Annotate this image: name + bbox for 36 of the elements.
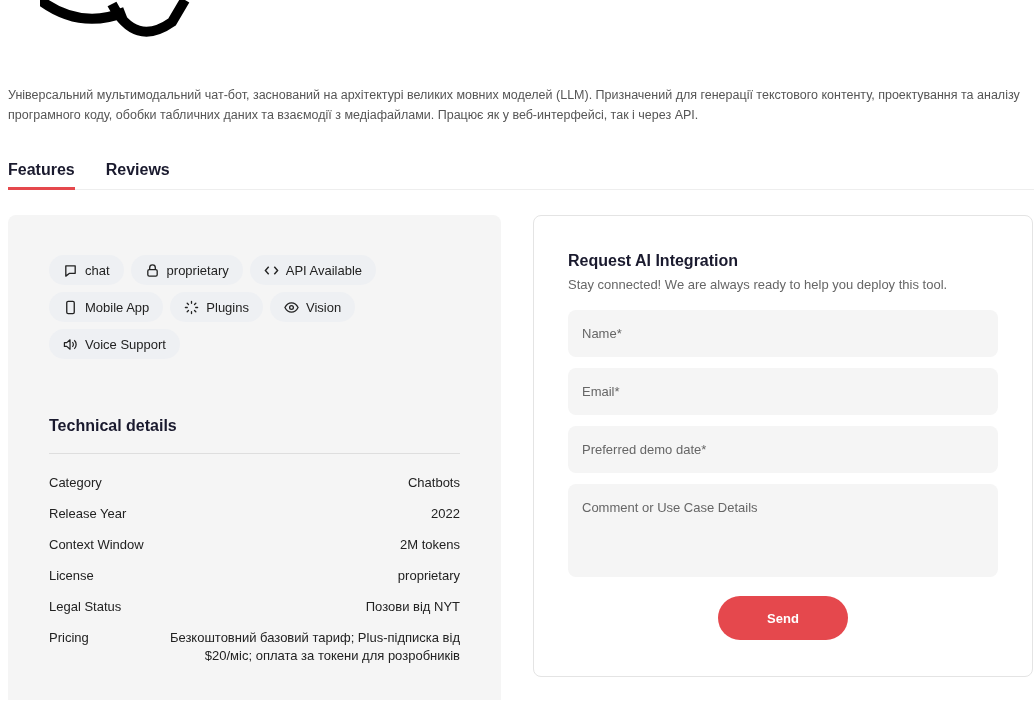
detail-label: Release Year xyxy=(49,505,127,523)
detail-value: Позови від NYT xyxy=(365,598,460,616)
eye-icon xyxy=(283,299,299,315)
detail-label: Pricing xyxy=(49,629,89,647)
description: Універсальний мультимодальний чат-бот, заснований на архітектурі великих мовних моделей (LLM). Призначений для генерації текстового контенту, проектування та аналізу програмного коду, обобки табличних даних та взаємодії з медіафайлами. Працює як у веб-интерфейсі, так і через API. xyxy=(8,87,1021,124)
feature-tag: Plugins xyxy=(170,292,263,322)
lock-icon xyxy=(144,262,160,278)
detail-label: Category xyxy=(49,474,102,492)
feature-tag: proprietary xyxy=(130,255,243,285)
detail-value: 2022 xyxy=(431,505,460,523)
detail-label: Context Window xyxy=(49,536,144,554)
section-title: Technical details xyxy=(49,417,460,454)
comment-field[interactable]: Comment or Use Case Details xyxy=(568,484,998,577)
detail-label: License xyxy=(49,567,94,585)
feature-tag: Vision xyxy=(269,292,356,322)
feature-tag: Voice Support xyxy=(49,329,180,359)
speaker-icon xyxy=(63,336,78,352)
input-field[interactable]: Email* xyxy=(568,368,998,415)
phone-icon xyxy=(63,299,78,315)
chat-bubble-icon xyxy=(63,262,78,278)
detail-value: proprietary xyxy=(397,567,460,585)
detail-value: Chatbots xyxy=(407,474,460,492)
loader-icon xyxy=(184,299,200,315)
input-field[interactable]: Name* xyxy=(568,310,998,357)
feature-tag: Mobile App xyxy=(49,292,164,322)
detail-label: Legal Status xyxy=(49,598,122,616)
send-button[interactable]: Send xyxy=(718,596,848,640)
form-title: Request AI Integration xyxy=(568,252,740,270)
detail-value: 2M tokens xyxy=(400,536,460,554)
tab[interactable]: Features xyxy=(8,159,75,190)
feature-tag: chat xyxy=(49,255,124,285)
input-field[interactable]: Preferred demo date* xyxy=(568,426,998,473)
feature-tag: API Available xyxy=(249,255,377,285)
form-subtitle: Stay connected! We are always ready to help you deploy this tool. xyxy=(568,277,949,292)
detail-value: Безкоштовний базовий тариф; Plus-підписка від $20/міс; оплата за токени для розробників xyxy=(168,629,460,665)
tab[interactable]: Reviews xyxy=(105,159,170,190)
